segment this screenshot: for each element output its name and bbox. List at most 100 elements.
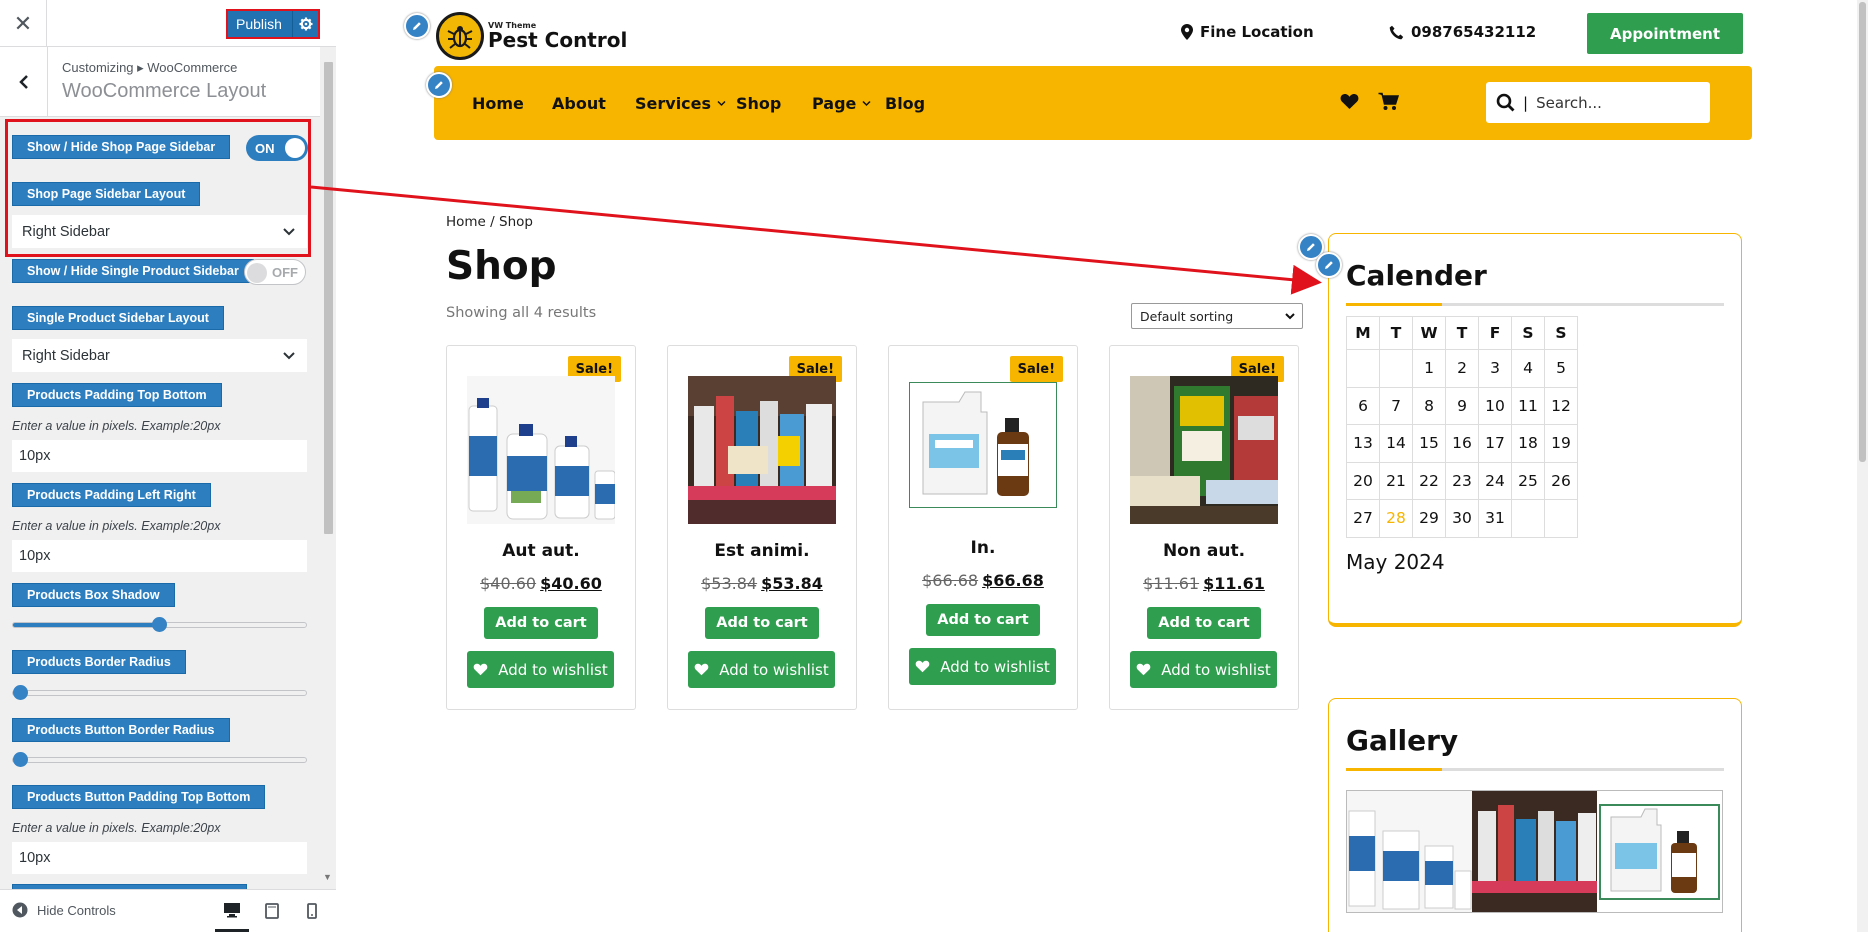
wishlist-heart-icon[interactable] [1340,93,1359,114]
weekday-header: F [1478,316,1512,350]
calendar-day[interactable]: 11 [1511,386,1545,425]
padding-tb-input[interactable]: 10px [12,440,307,472]
nav-services[interactable]: Services [635,94,726,113]
product-name[interactable]: In. [889,538,1077,558]
edit-menu-shortcut[interactable] [426,72,452,98]
gallery-image[interactable] [1597,791,1722,912]
calendar-day[interactable]: 10 [1478,386,1512,425]
calendar-day[interactable]: 19 [1544,424,1578,463]
product-price: $66.68 $66.68 [889,571,1077,590]
weekday-header: S [1511,316,1545,350]
border-radius-label: Products Border Radius [12,650,186,674]
calendar-day[interactable]: 21 [1379,461,1413,500]
calendar-day[interactable]: 12 [1544,386,1578,425]
slider-handle[interactable] [13,685,28,700]
close-customizer-button[interactable]: ✕ [0,0,47,47]
product-name[interactable]: Est animi. [668,541,856,561]
calendar-day[interactable]: 20 [1346,461,1380,500]
add-to-wishlist-button[interactable]: Add to wishlist [688,651,835,688]
calendar-day[interactable]: 14 [1379,424,1413,463]
slider-handle[interactable] [13,752,28,767]
product-name[interactable]: Aut aut. [447,541,635,561]
calendar-day[interactable]: 29 [1412,499,1446,538]
calendar-day[interactable]: 26 [1544,461,1578,500]
sorting-select[interactable]: Default sorting [1131,303,1303,329]
calendar-day[interactable]: 16 [1445,424,1479,463]
site-preview: VW Theme Pest Control Fine Location 0987… [336,0,1868,932]
edit-widget-shortcut[interactable] [1316,252,1342,278]
add-to-cart-button[interactable]: Add to cart [926,604,1040,636]
calendar-day[interactable]: 27 [1346,499,1380,538]
calendar-day[interactable]: 1 [1412,349,1446,388]
gallery-image[interactable] [1472,791,1597,912]
add-to-cart-button[interactable]: Add to cart [1147,607,1261,639]
mobile-preview-button[interactable] [295,890,329,932]
nav-home[interactable]: Home [472,94,524,113]
nav-about[interactable]: About [552,94,606,113]
calendar-day[interactable]: 17 [1478,424,1512,463]
gallery-image[interactable] [1347,791,1472,912]
calendar-day[interactable]: 8 [1412,386,1446,425]
scrollbar-thumb[interactable] [324,62,333,534]
nav-blog[interactable]: Blog [885,94,925,113]
publish-button[interactable]: Publish [228,16,292,32]
calendar-day[interactable]: 3 [1478,349,1512,388]
calendar-day[interactable]: 13 [1346,424,1380,463]
product-image[interactable] [909,382,1057,508]
calendar-day[interactable]: 2 [1445,349,1479,388]
button-padding-input[interactable]: 10px [12,842,307,874]
calendar-day[interactable]: 25 [1511,461,1545,500]
nav-page[interactable]: Page [812,94,871,113]
add-to-cart-button[interactable]: Add to cart [705,607,819,639]
back-button[interactable] [0,47,48,117]
add-to-wishlist-button[interactable]: Add to wishlist [467,651,614,688]
add-to-wishlist-button[interactable]: Add to wishlist [909,648,1056,685]
calendar-day[interactable]: 4 [1511,349,1545,388]
product-image[interactable] [1130,376,1278,524]
calendar-day[interactable]: 9 [1445,386,1479,425]
hide-controls-button[interactable]: Hide Controls [12,902,116,918]
product-image[interactable] [688,376,836,524]
calendar-day[interactable]: 5 [1544,349,1578,388]
padding-lr-input[interactable]: 10px [12,540,307,572]
appointment-button[interactable]: Appointment [1587,13,1743,54]
single-sidebar-layout-label: Single Product Sidebar Layout [12,306,224,330]
box-shadow-slider[interactable] [12,617,307,632]
product-name[interactable]: Non aut. [1110,541,1298,561]
button-radius-slider[interactable] [12,752,307,767]
publish-settings-button[interactable] [292,11,318,37]
slider-handle[interactable] [151,617,167,632]
calendar-day-today[interactable]: 28 [1379,499,1413,538]
calendar-day[interactable]: 15 [1412,424,1446,463]
calendar-day[interactable]: 24 [1478,461,1512,500]
search-input[interactable]: Search... [1536,94,1602,112]
calendar-day[interactable]: 31 [1478,499,1512,538]
scrollbar-thumb[interactable] [1859,2,1866,462]
calendar-day[interactable]: 30 [1445,499,1479,538]
chevron-left-icon [18,75,28,89]
scroll-down-arrow-icon[interactable]: ▼ [323,872,332,882]
calendar-day[interactable]: 6 [1346,386,1380,425]
product-image[interactable] [467,376,615,524]
single-sidebar-layout-select[interactable]: Right Sidebar [12,339,307,372]
calendar-day[interactable]: 7 [1379,386,1413,425]
tablet-preview-button[interactable] [255,890,289,932]
search-box[interactable]: | Search... [1486,82,1710,123]
add-to-wishlist-button[interactable]: Add to wishlist [1130,651,1277,688]
calendar-day[interactable]: 22 [1412,461,1446,500]
heart-icon [915,660,930,673]
calendar-day[interactable]: 23 [1445,461,1479,500]
site-logo[interactable]: VW Theme Pest Control [436,12,627,60]
desktop-preview-button[interactable] [215,890,249,932]
calendar-day[interactable]: 18 [1511,424,1545,463]
single-sidebar-toggle[interactable]: OFF [244,259,306,285]
nav-shop[interactable]: Shop [736,94,781,113]
pencil-icon [1307,243,1315,251]
border-radius-slider[interactable] [12,685,307,700]
cart-icon[interactable] [1378,92,1400,115]
preview-scrollbar[interactable] [1857,0,1868,932]
tablet-icon [265,903,279,919]
add-to-cart-button[interactable]: Add to cart [484,607,598,639]
edit-logo-shortcut[interactable] [404,13,430,39]
calendar-title: Calender [1346,259,1487,292]
